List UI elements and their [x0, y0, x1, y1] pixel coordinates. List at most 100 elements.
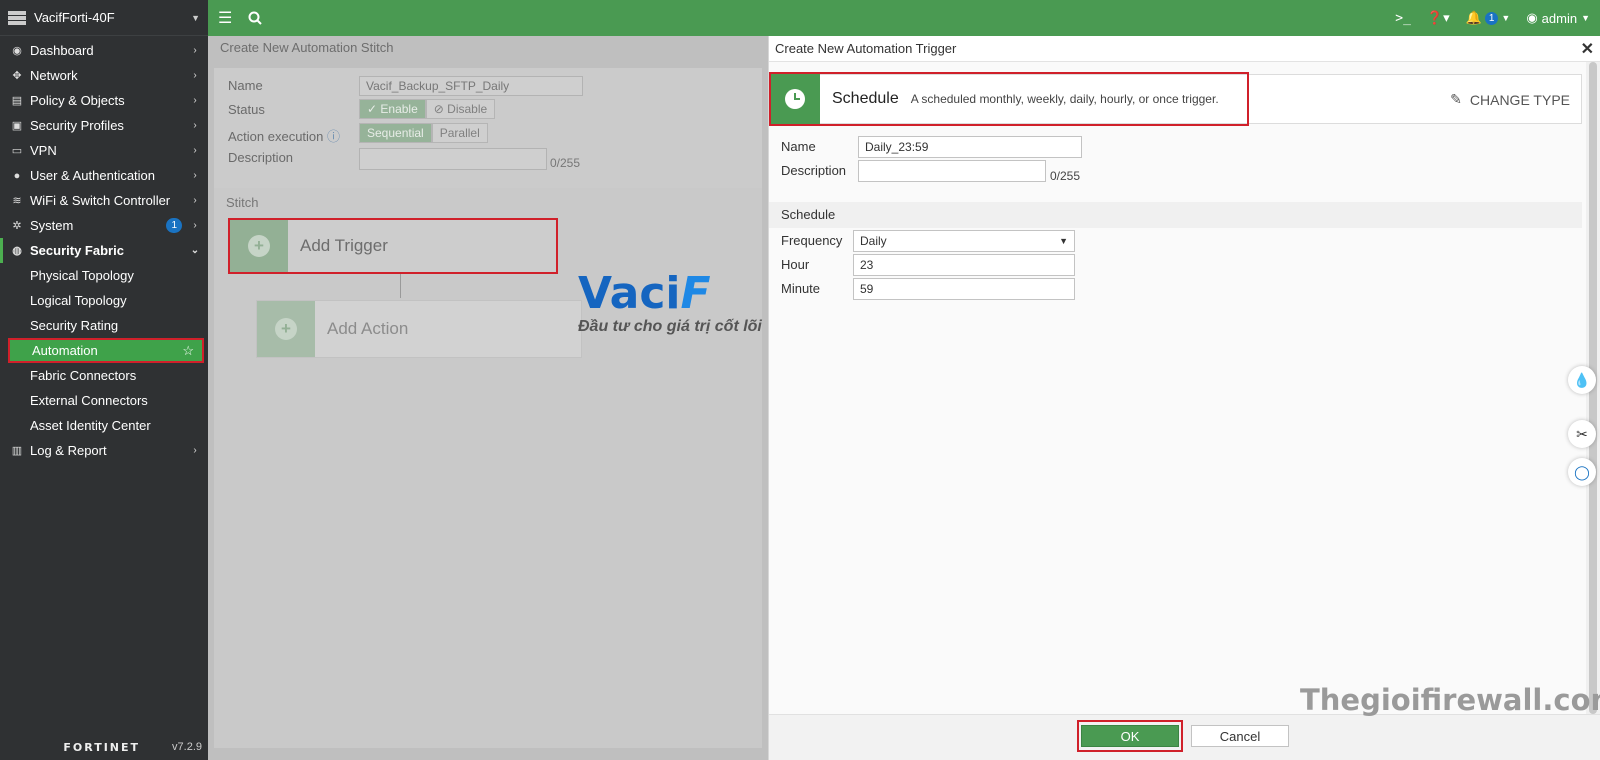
file-icon: ▤ — [11, 95, 23, 107]
ok-button[interactable]: OK — [1081, 725, 1179, 747]
minute-input[interactable]: 59 — [853, 278, 1075, 300]
monitor-icon: ▭ — [11, 145, 23, 157]
caret-down-icon: ▼ — [1059, 236, 1068, 246]
star-icon[interactable]: ☆ — [182, 343, 194, 359]
watermark-slogan: Đầu tư cho giá trị cốt lõi — [578, 318, 762, 335]
sidebar-item-dashboard[interactable]: ◉ Dashboard › — [0, 38, 208, 63]
change-type-button[interactable]: ✎ CHANGE TYPE — [1450, 91, 1570, 108]
desc-counter: 0/255 — [1050, 169, 1081, 183]
user-name: admin — [1541, 10, 1578, 26]
enable-option[interactable]: ✓ Enable — [359, 99, 426, 119]
trigger-panel: Create New Automation Trigger ✕ Schedule… — [768, 36, 1600, 760]
scissors-icon[interactable]: ✂ — [1568, 420, 1596, 448]
search-icon[interactable] — [248, 11, 263, 25]
menu-icon[interactable]: ☰ — [218, 8, 232, 28]
sidebar-item-label: Log & Report — [30, 443, 107, 458]
sidebar-item-vpn[interactable]: ▭ VPN › — [0, 138, 208, 163]
trigger-name-input[interactable]: Daily_23:59 — [858, 136, 1082, 158]
stitch-description-field[interactable] — [359, 148, 547, 170]
chevron-right-icon: › — [193, 45, 197, 56]
add-action-button[interactable]: + Add Action — [256, 300, 582, 358]
sidebar-item-label: User & Authentication — [30, 168, 156, 183]
water-drop-icon[interactable]: 💧 — [1568, 366, 1596, 394]
sidebar-item-system[interactable]: ✲ System 1 › — [0, 213, 208, 238]
clock-icon — [785, 89, 805, 109]
parallel-option[interactable]: Parallel — [431, 123, 488, 143]
sidebar-subitem-label: External Connectors — [30, 393, 148, 408]
trigger-description-input[interactable] — [858, 160, 1046, 182]
disable-label: Disable — [447, 102, 488, 116]
frequency-select[interactable]: Daily ▼ — [853, 230, 1075, 252]
sidebar-subitem-asset-identity-center[interactable]: Asset Identity Center — [0, 413, 208, 438]
sidebar-subitem-label: Security Rating — [30, 318, 119, 333]
sidebar-item-security-profiles[interactable]: ▣ Security Profiles › — [0, 113, 208, 138]
chevron-right-icon: › — [193, 120, 197, 131]
device-icon — [8, 10, 26, 25]
sidebar-item-wifi-switch[interactable]: ≋ WiFi & Switch Controller › — [0, 188, 208, 213]
chevron-right-icon: › — [193, 70, 197, 81]
close-icon[interactable]: ✕ — [1581, 39, 1594, 59]
chevron-right-icon: › — [193, 170, 197, 181]
lock-icon: ▣ — [11, 120, 23, 132]
stitch-label: Stitch — [226, 195, 259, 210]
cli-console-icon[interactable]: >_ — [1395, 11, 1411, 26]
sidebar-item-label: Dashboard — [30, 43, 94, 58]
status-label: Status — [228, 102, 265, 117]
sidebar-subitem-label: Automation — [32, 343, 98, 358]
stitch-form: Name Vacif_Backup_SFTP_Daily Status ✓ En… — [214, 68, 762, 188]
caret-down-icon: ▼ — [191, 12, 200, 23]
sidebar-subitem-fabric-connectors[interactable]: Fabric Connectors — [0, 363, 208, 388]
help-icon[interactable]: ❓▾ — [1427, 10, 1450, 26]
notifications-button[interactable]: 🔔 1 ▼ — [1466, 10, 1511, 26]
disable-option[interactable]: ⊘ Disable — [425, 99, 496, 119]
frequency-label: Frequency — [781, 233, 843, 248]
sidebar-subitem-external-connectors[interactable]: External Connectors — [0, 388, 208, 413]
sidebar-subitem-automation[interactable]: Automation ☆ — [8, 338, 204, 363]
sidebar-item-security-fabric[interactable]: ◍ Security Fabric ⌄ — [0, 238, 208, 263]
caret-down-icon: ▼ — [1581, 13, 1590, 23]
sidebar-item-policy-objects[interactable]: ▤ Policy & Objects › — [0, 88, 208, 113]
sidebar-footer: FORTINET v7.2.9 — [0, 734, 208, 760]
sidebar-item-label: Network — [30, 68, 78, 83]
hour-input[interactable]: 23 — [853, 254, 1075, 276]
watermark-text: Vaci — [578, 268, 681, 319]
device-selector[interactable]: VacifForti-40F ▼ — [0, 0, 208, 36]
chat-icon[interactable]: ◯ — [1568, 458, 1596, 486]
change-type-label: CHANGE TYPE — [1469, 91, 1570, 108]
pencil-icon: ✎ — [1450, 91, 1462, 107]
sidebar-subitem-label: Asset Identity Center — [30, 418, 151, 433]
chevron-right-icon: › — [193, 220, 197, 231]
chevron-down-icon: ⌄ — [190, 245, 200, 256]
sequential-option[interactable]: Sequential — [359, 123, 432, 143]
sidebar-item-log-report[interactable]: ▥ Log & Report › — [0, 438, 208, 463]
trigger-type-name: Schedule — [832, 90, 899, 107]
top-bar: ☰ >_ ❓▾ 🔔 1 ▼ ◉ admin ▼ — [208, 0, 1600, 36]
caret-down-icon: ▼ — [1501, 13, 1511, 23]
sidebar-item-network[interactable]: ✥ Network › — [0, 63, 208, 88]
sidebar-item-label: Security Profiles — [30, 118, 124, 133]
version-label: v7.2.9 — [172, 741, 202, 753]
sidebar-subitem-physical-topology[interactable]: Physical Topology — [0, 263, 208, 288]
stitch-name-field[interactable]: Vacif_Backup_SFTP_Daily — [359, 76, 583, 96]
connector-line — [400, 274, 401, 298]
sidebar-item-label: Policy & Objects — [30, 93, 125, 108]
watermark-accent: F — [680, 268, 711, 319]
description-label: Description — [781, 163, 847, 178]
action-execution-label: Action execution ⓘ — [228, 126, 340, 145]
add-trigger-button[interactable]: + Add Trigger — [228, 218, 558, 274]
description-label: Description — [228, 150, 294, 165]
user-menu[interactable]: ◉ admin ▼ — [1526, 10, 1590, 26]
sidebar-item-user-auth[interactable]: ● User & Authentication › — [0, 163, 208, 188]
stitch-page: Create New Automation Stitch Name Vacif_… — [208, 36, 768, 760]
add-action-label: Add Action — [327, 319, 409, 338]
page-title: Create New Automation Stitch — [220, 40, 394, 55]
type-icon-box — [770, 74, 820, 124]
sidebar: VacifForti-40F ▼ ◉ Dashboard › ✥ Network… — [0, 0, 208, 760]
sidebar-subitem-security-rating[interactable]: Security Rating — [0, 313, 208, 338]
desc-counter: 0/255 — [550, 156, 581, 170]
sidebar-subitem-logical-topology[interactable]: Logical Topology — [0, 288, 208, 313]
chevron-right-icon: › — [193, 445, 197, 456]
cancel-button[interactable]: Cancel — [1191, 725, 1289, 747]
plus-icon: + — [248, 235, 270, 257]
name-label: Name — [228, 78, 263, 93]
